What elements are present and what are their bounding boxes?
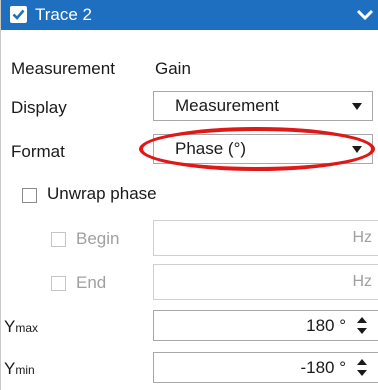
chevron-down-icon[interactable] — [355, 6, 375, 24]
unwrap-phase-checkbox[interactable] — [22, 188, 37, 203]
ymin-label-sub: min — [15, 363, 35, 377]
ymax-label-main: Y — [4, 317, 16, 336]
begin-checkbox[interactable] — [51, 232, 66, 247]
dropdown-arrow-icon — [352, 103, 362, 110]
ymax-label-sub: max — [15, 321, 39, 335]
ymax-label: Ymax — [4, 317, 38, 337]
ymin-label-main: Y — [4, 359, 16, 378]
end-label: End — [76, 273, 107, 292]
display-label: Display — [11, 98, 67, 117]
ymin-value: -180 ° — [300, 358, 346, 377]
spin-arrows-icon[interactable] — [356, 358, 368, 378]
ymax-value: 180 ° — [306, 316, 346, 335]
ymin-spinbox[interactable]: -180 ° — [153, 352, 378, 383]
trace-enable-checkbox[interactable] — [10, 6, 27, 23]
checkmark-icon — [12, 9, 25, 20]
trace-header[interactable]: Trace 2 — [1, 0, 378, 30]
end-checkbox[interactable] — [51, 276, 66, 291]
ymax-spinbox[interactable]: 180 ° — [153, 310, 378, 341]
format-label: Format — [11, 142, 65, 161]
format-dropdown[interactable]: Phase (°) — [153, 134, 373, 164]
format-selected-value: Phase (°) — [175, 139, 247, 158]
begin-label: Begin — [76, 229, 120, 248]
measurement-label: Measurement — [11, 59, 115, 78]
ymin-label: Ymin — [4, 359, 35, 379]
begin-frequency-input[interactable]: Hz — [153, 220, 378, 256]
display-selected-value: Measurement — [175, 96, 279, 115]
unwrap-phase-label: Unwrap phase — [47, 184, 157, 203]
spin-arrows-icon[interactable] — [356, 316, 368, 336]
display-dropdown[interactable]: Measurement — [153, 91, 373, 121]
measurement-value: Gain — [155, 59, 191, 78]
end-unit: Hz — [352, 273, 372, 290]
trace-settings-panel: Trace 2 Measurement Gain Display Measure… — [0, 0, 378, 390]
trace-title: Trace 2 — [35, 5, 93, 24]
begin-unit: Hz — [352, 229, 372, 246]
dropdown-arrow-icon — [352, 146, 362, 153]
end-frequency-input[interactable]: Hz — [153, 264, 378, 300]
